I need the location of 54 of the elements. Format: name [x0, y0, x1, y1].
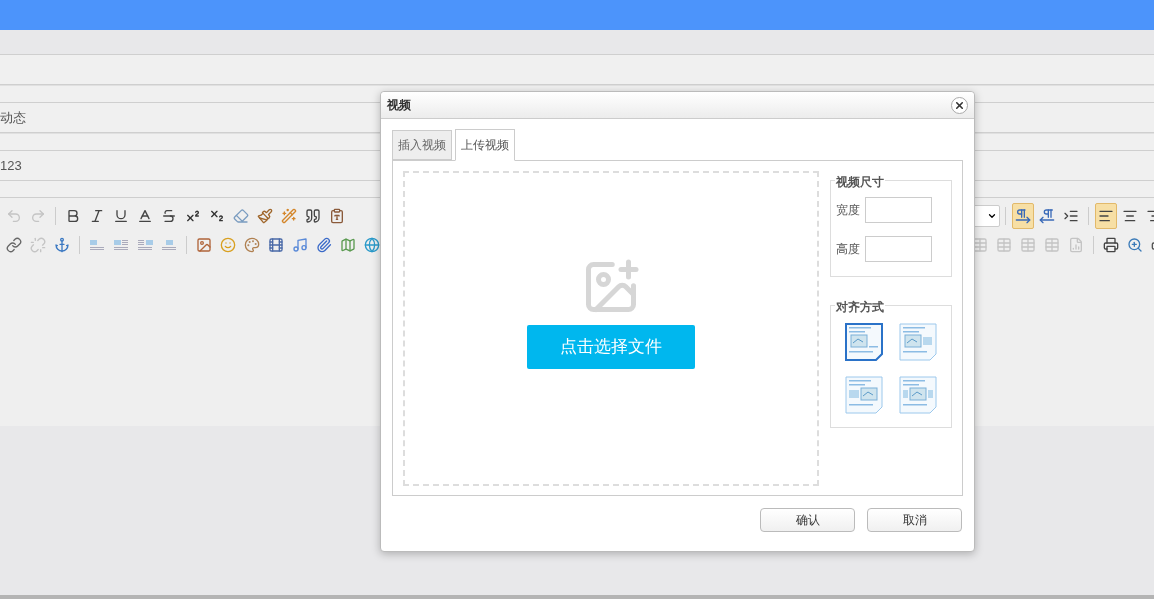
group-legend: 对齐方式 — [835, 298, 885, 316]
globe-icon[interactable] — [364, 237, 380, 253]
size-input[interactable] — [865, 236, 932, 262]
field-label: 高度 — [836, 241, 860, 258]
underline-icon[interactable] — [113, 208, 129, 224]
brush-icon[interactable] — [257, 208, 273, 224]
dialog-tab[interactable]: 上传视频 — [455, 129, 515, 161]
map-icon[interactable] — [340, 237, 356, 253]
link-icon[interactable] — [6, 237, 22, 253]
alignment-option[interactable] — [845, 375, 883, 414]
align-left-button[interactable] — [1095, 203, 1117, 229]
emoji-icon[interactable] — [220, 237, 236, 253]
size-input[interactable] — [865, 197, 932, 223]
left-to-right-icon[interactable] — [1015, 208, 1031, 224]
font-border-icon[interactable] — [137, 208, 153, 224]
align-center-icon[interactable] — [1122, 208, 1138, 224]
printer-icon[interactable] — [1103, 237, 1119, 253]
paperclip-icon[interactable] — [316, 237, 332, 253]
film-icon[interactable] — [268, 237, 284, 253]
group-legend: 视频尺寸 — [835, 173, 885, 191]
strikethrough-icon[interactable] — [161, 208, 177, 224]
eraser-icon[interactable] — [233, 208, 249, 224]
subscript-icon[interactable] — [209, 208, 225, 224]
palette-icon[interactable] — [244, 237, 260, 253]
bold-icon[interactable] — [65, 208, 81, 224]
magic-wand-icon[interactable] — [281, 208, 297, 224]
dialog-button[interactable]: 确认 — [760, 508, 855, 532]
dialog-tab[interactable]: 插入视频 — [392, 130, 452, 160]
alignment-option[interactable] — [899, 323, 937, 362]
align-left-icon[interactable] — [1098, 208, 1114, 224]
paste-text-icon[interactable] — [329, 208, 345, 224]
left-to-right-button[interactable] — [1012, 203, 1034, 229]
alignment-option[interactable] — [899, 375, 937, 414]
dialog-title: 视频 — [387, 97, 411, 114]
dialog-button[interactable]: 取消 — [867, 508, 962, 532]
close-button[interactable] — [951, 96, 968, 114]
preview-icon[interactable] — [1127, 237, 1143, 253]
close-icon — [954, 99, 965, 111]
indent-icon[interactable] — [1063, 208, 1079, 224]
input-field[interactable] — [0, 54, 1154, 85]
alignment-option[interactable] — [845, 323, 883, 362]
superscript-icon[interactable] — [185, 208, 201, 224]
image-layout-icon[interactable] — [89, 237, 105, 253]
image-icon[interactable] — [196, 237, 212, 253]
music-icon[interactable] — [292, 237, 308, 253]
caret-icon — [987, 211, 997, 221]
image-layout-icon[interactable] — [137, 237, 153, 253]
right-to-left-icon[interactable] — [1039, 208, 1055, 224]
image-layout-icon[interactable] — [113, 237, 129, 253]
italic-icon[interactable] — [89, 208, 105, 224]
field-label: 宽度 — [836, 202, 860, 219]
image-layout-icon[interactable] — [161, 237, 177, 253]
anchor-icon[interactable] — [54, 237, 70, 253]
quote-icon[interactable] — [305, 208, 321, 224]
